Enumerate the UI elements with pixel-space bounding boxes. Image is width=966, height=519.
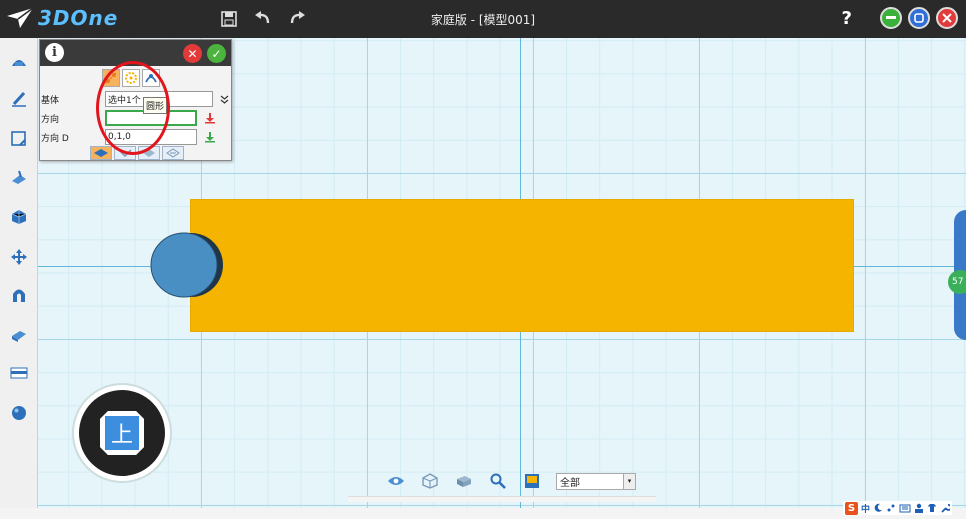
measure-icon[interactable] <box>8 324 30 346</box>
box-model[interactable] <box>190 199 854 332</box>
view-navigation-cube[interactable]: 上 <box>72 383 172 483</box>
ime-toolbar: S 中 <box>842 501 952 515</box>
dialog-cancel-button[interactable]: ✕ <box>183 44 202 63</box>
window-title: 家庭版 - [模型001] <box>430 13 536 27</box>
special-feature-icon[interactable] <box>8 206 30 228</box>
dialog-row-base: 基体 选中1个 <box>41 91 231 107</box>
display-filter-icon[interactable] <box>522 471 542 491</box>
expand-chevron-icon[interactable] <box>217 92 231 106</box>
left-toolbar <box>0 38 38 519</box>
direction-d-label: 方向 D <box>41 133 69 144</box>
tooltip: 圆形 <box>143 97 168 114</box>
move-icon[interactable] <box>8 246 30 268</box>
dialog-row-direction-d: 方向 D 0,1,0 <box>41 129 217 145</box>
feature-dialog: i ✕ ✓ 基体 选中1个 方向 方向 D 0,1,0 <box>39 39 232 161</box>
maximize-button[interactable] <box>908 7 930 29</box>
view-icon[interactable] <box>8 362 30 384</box>
pick-direction-d-icon[interactable] <box>203 130 217 144</box>
pattern-tab-1[interactable] <box>90 146 112 160</box>
material-icon[interactable] <box>8 402 30 424</box>
pattern-tab-4[interactable] <box>162 146 184 160</box>
pick-direction-icon[interactable] <box>203 111 217 125</box>
tab-circular-mode[interactable] <box>122 69 140 87</box>
feature-icon[interactable] <box>8 166 30 188</box>
zoom-icon[interactable] <box>488 471 508 491</box>
side-badge[interactable]: 57 <box>948 270 966 294</box>
eye-icon[interactable] <box>386 471 406 491</box>
punctuation-icon[interactable] <box>886 503 896 513</box>
direction-d-field[interactable]: 0,1,0 <box>105 129 197 145</box>
render-mode-icon[interactable] <box>454 471 474 491</box>
dialog-row-direction: 方向 <box>41 110 217 126</box>
close-button[interactable] <box>936 7 958 29</box>
sketch-edit-icon[interactable] <box>8 128 30 150</box>
view-toolbar: 全部 ▾ <box>380 468 656 494</box>
moon-icon[interactable] <box>873 503 883 513</box>
shirt-icon[interactable] <box>927 503 937 513</box>
ime-mode-label[interactable]: 中 <box>861 502 870 515</box>
basic-shapes-icon[interactable] <box>8 50 30 72</box>
base-label: 基体 <box>41 95 60 106</box>
bottom-scroll-track <box>348 496 656 502</box>
sogou-logo-icon[interactable]: S <box>844 501 858 515</box>
pattern-tab-2[interactable] <box>114 146 136 160</box>
wrench-icon[interactable] <box>940 503 950 513</box>
cylinder-model[interactable] <box>148 231 228 301</box>
user-icon[interactable] <box>914 503 924 513</box>
tab-curve-mode[interactable] <box>142 69 160 87</box>
top-view-face[interactable]: 上 <box>105 416 139 450</box>
help-icon[interactable]: ? <box>842 8 852 29</box>
status-bar <box>0 508 966 519</box>
sketch-icon[interactable] <box>8 88 30 110</box>
view-cube-icon[interactable] <box>420 471 440 491</box>
dialog-bottom-tabs <box>90 146 184 160</box>
direction-label: 方向 <box>41 114 60 125</box>
dialog-header: i ✕ ✓ <box>40 40 231 66</box>
filter-select[interactable]: 全部 ▾ <box>556 472 636 490</box>
tab-linear-mode[interactable] <box>102 69 120 87</box>
dialog-ok-button[interactable]: ✓ <box>207 44 226 63</box>
info-icon[interactable]: i <box>45 43 64 62</box>
keyboard-icon[interactable] <box>899 503 911 513</box>
minimize-button[interactable] <box>880 7 902 29</box>
dialog-mode-tabs <box>102 69 160 87</box>
chevron-down-icon[interactable]: ▾ <box>623 473 635 489</box>
pattern-tab-3[interactable] <box>138 146 160 160</box>
title-bar: 3DOne 家庭版 - [模型001] ? <box>0 0 966 38</box>
filter-select-value: 全部 <box>560 477 580 489</box>
combine-icon[interactable] <box>8 284 30 306</box>
